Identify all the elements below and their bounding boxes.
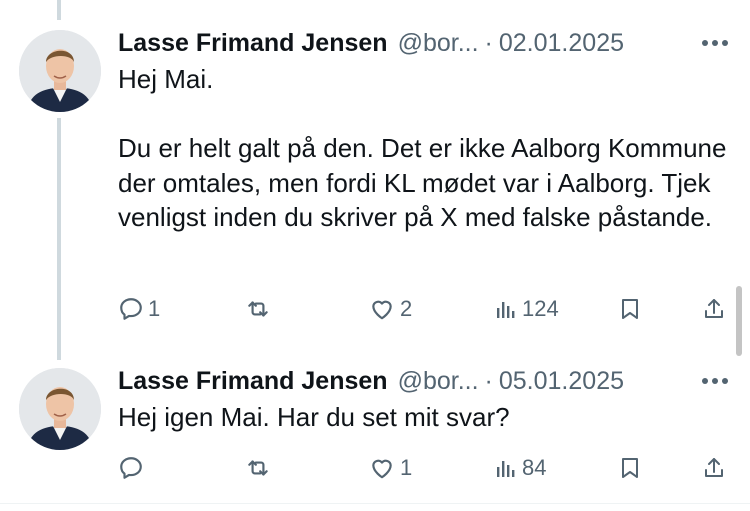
like-button[interactable]: 1 [368,452,412,484]
tweet-paragraph: Du er helt galt på den. Det er ikke Aalb… [118,133,727,232]
author-name[interactable]: Lasse Frimand Jensen [118,29,388,58]
tweet-paragraph: Hej igen Mai. Har du set mit svar? [118,402,510,432]
like-icon [368,296,396,322]
tweet-date[interactable]: 05.01.2025 [499,367,624,396]
views-button[interactable]: 84 [494,452,546,484]
like-count: 1 [400,455,413,480]
tweet-text: Hej Mai. Du er helt galt på den. Det er … [118,62,728,235]
reply-count: 1 [148,296,161,321]
views-icon [494,297,518,321]
repost-button[interactable] [244,293,276,325]
share-button[interactable] [702,293,726,325]
bookmark-icon [618,296,642,322]
like-count: 2 [400,296,413,321]
share-button[interactable] [702,452,726,484]
reply-button[interactable]: 1 [118,293,160,325]
divider [0,503,750,504]
action-bar: 1 2 124 [118,293,730,325]
views-icon [494,456,518,480]
like-icon [368,455,396,481]
tweet[interactable]: Lasse Frimand Jensen @bor... · 02.01.202… [0,0,750,360]
bookmark-button[interactable] [618,293,642,325]
like-button[interactable]: 2 [368,293,412,325]
author-handle[interactable]: @bor... [398,367,479,396]
repost-icon [244,296,272,322]
repost-icon [244,455,272,481]
views-count: 124 [522,296,559,321]
tweet[interactable]: Lasse Frimand Jensen @bor... · 05.01.202… [0,360,750,503]
reply-icon [118,296,144,322]
more-button[interactable] [700,366,730,396]
avatar[interactable] [19,30,101,112]
share-icon [702,455,726,481]
share-icon [702,296,726,322]
reply-icon [118,455,144,481]
avatar[interactable] [19,368,101,450]
reply-button[interactable] [118,452,148,484]
more-icon [700,372,730,390]
repost-button[interactable] [244,452,276,484]
views-button[interactable]: 124 [494,293,559,325]
bookmark-icon [618,455,642,481]
bookmark-button[interactable] [618,452,642,484]
scrollbar[interactable] [736,286,742,356]
views-count: 84 [522,455,547,480]
separator: · [484,366,493,395]
action-bar: 1 84 [118,452,730,484]
tweet-paragraph: Hej Mai. [118,64,214,94]
author-name[interactable]: Lasse Frimand Jensen [118,367,388,396]
more-icon [700,34,730,52]
more-button[interactable] [700,28,730,58]
tweet-date[interactable]: 02.01.2025 [499,29,624,58]
separator: · [484,28,493,57]
tweet-text: Hej igen Mai. Har du set mit svar? [118,400,728,435]
author-handle[interactable]: @bor... [398,29,479,58]
